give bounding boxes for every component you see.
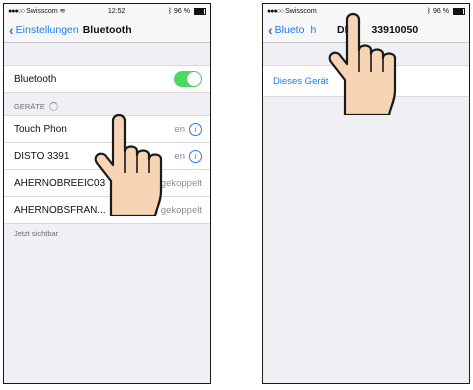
info-icon[interactable]: i [189, 149, 202, 163]
back-label: Blueto [274, 24, 305, 36]
carrier-name: Swisscom [285, 7, 317, 15]
battery-percent: 96 % [433, 7, 449, 15]
chevron-left-icon: ‹ [268, 22, 273, 38]
pointing-hand-icon [328, 12, 397, 115]
device-name: Touch Phon [14, 123, 67, 135]
bluetooth-toggle[interactable] [174, 71, 202, 87]
wifi-icon: ≋ [59, 8, 66, 15]
forget-device-label: Dieses Gerät [273, 75, 329, 87]
bluetooth-status-icon: ᛒ [426, 7, 432, 15]
pointing-hand-icon [94, 113, 163, 216]
left-phone-screen: ●●●○○ Swisscom ≋ 12:52 ᛒ 96 % ‹ Einstell… [3, 3, 211, 384]
bluetooth-status-icon: ᛒ [167, 7, 173, 15]
back-button[interactable]: ‹ Blueto h [263, 23, 316, 37]
devices-header-label: GERÄTE [14, 102, 45, 111]
carrier-name: Swisscom [26, 7, 58, 15]
signal-dots-icon: ●●●○○ [267, 7, 284, 15]
back-button[interactable]: ‹ Einstellungen [4, 23, 79, 37]
back-label-tail: h [310, 24, 317, 36]
info-icon[interactable]: i [189, 122, 202, 136]
back-label: Einstellungen [15, 24, 79, 36]
loading-spinner-icon [48, 102, 58, 111]
right-phone-screen: ●●●○○ Swisscom ᛒ 96 % ‹ Blueto h DIS 3391… [262, 3, 470, 384]
bluetooth-row: Bluetooth [4, 65, 210, 93]
status-time: 12:52 [107, 7, 126, 15]
status-bar: ●●●○○ Swisscom ≋ 12:52 ᛒ 96 % [4, 4, 210, 18]
visibility-note: Jetzt sichtbar [14, 229, 59, 238]
battery-icon [453, 7, 465, 15]
device-name-part: AHERNOBRE [14, 177, 78, 189]
navigation-bar: ‹ Einstellungen Bluetooth [4, 18, 210, 43]
bluetooth-label: Bluetooth [14, 73, 57, 85]
chevron-left-icon: ‹ [9, 22, 14, 38]
signal-dots-icon: ●●●○○ [8, 7, 25, 15]
page-title: Bluetooth [82, 24, 132, 36]
battery-icon [193, 7, 206, 15]
battery-percent: 96 % [174, 7, 190, 15]
device-name: DISTO 3391 [14, 150, 70, 162]
